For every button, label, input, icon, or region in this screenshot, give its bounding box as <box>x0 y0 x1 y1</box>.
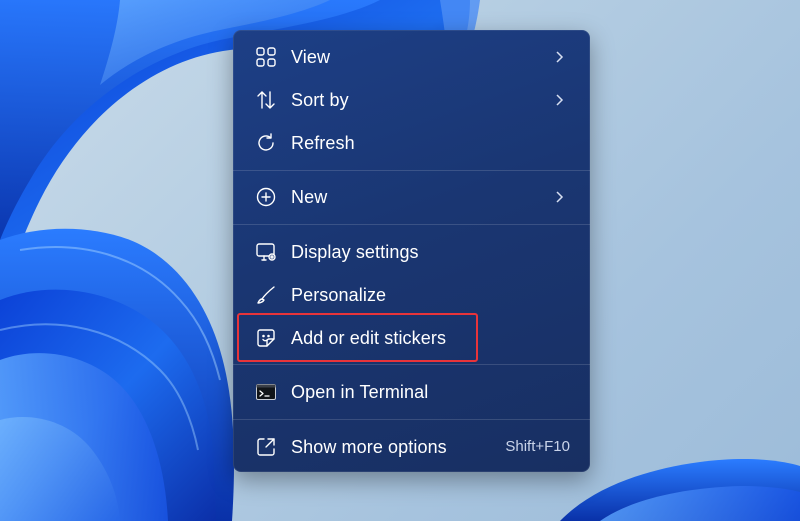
menu-item-refresh[interactable]: Refresh <box>237 123 586 163</box>
context-menu: View Sort by Refresh New Display setting… <box>233 30 590 472</box>
menu-item-view[interactable]: View <box>237 37 586 77</box>
menu-item-label: Open in Terminal <box>291 382 429 402</box>
menu-item-sort-by[interactable]: Sort by <box>237 80 586 120</box>
menu-item-show-more-options[interactable]: Show more options Shift+F10 <box>237 427 586 467</box>
menu-item-personalize[interactable]: Personalize <box>237 275 586 315</box>
menu-item-label: New <box>291 187 328 207</box>
refresh-icon <box>255 132 277 154</box>
brush-icon <box>255 284 277 306</box>
expand-icon <box>255 436 277 458</box>
chevron-right-icon <box>552 49 566 65</box>
menu-item-label: Sort by <box>291 90 349 110</box>
highlight-box <box>237 313 478 362</box>
menu-item-label: Personalize <box>291 285 387 305</box>
sort-icon <box>255 89 277 111</box>
menu-item-label: Show more options <box>291 437 447 457</box>
terminal-icon <box>255 381 277 403</box>
menu-item-display-settings[interactable]: Display settings <box>237 232 586 272</box>
menu-separator <box>233 170 590 171</box>
menu-item-open-in-terminal[interactable]: Open in Terminal <box>237 372 586 412</box>
display-settings-icon <box>255 241 277 263</box>
shortcut-hint: Shift+F10 <box>505 438 570 455</box>
menu-separator <box>233 419 590 420</box>
menu-separator <box>233 224 590 225</box>
chevron-right-icon <box>552 189 566 205</box>
menu-item-label: Display settings <box>291 242 419 262</box>
desktop[interactable]: View Sort by Refresh New Display setting… <box>0 0 800 521</box>
plus-circle-icon <box>255 186 277 208</box>
menu-item-new[interactable]: New <box>237 177 586 217</box>
menu-separator <box>233 364 590 365</box>
menu-item-label: Refresh <box>291 133 355 153</box>
grid-icon <box>255 46 277 68</box>
menu-item-label: View <box>291 47 331 67</box>
chevron-right-icon <box>552 92 566 108</box>
